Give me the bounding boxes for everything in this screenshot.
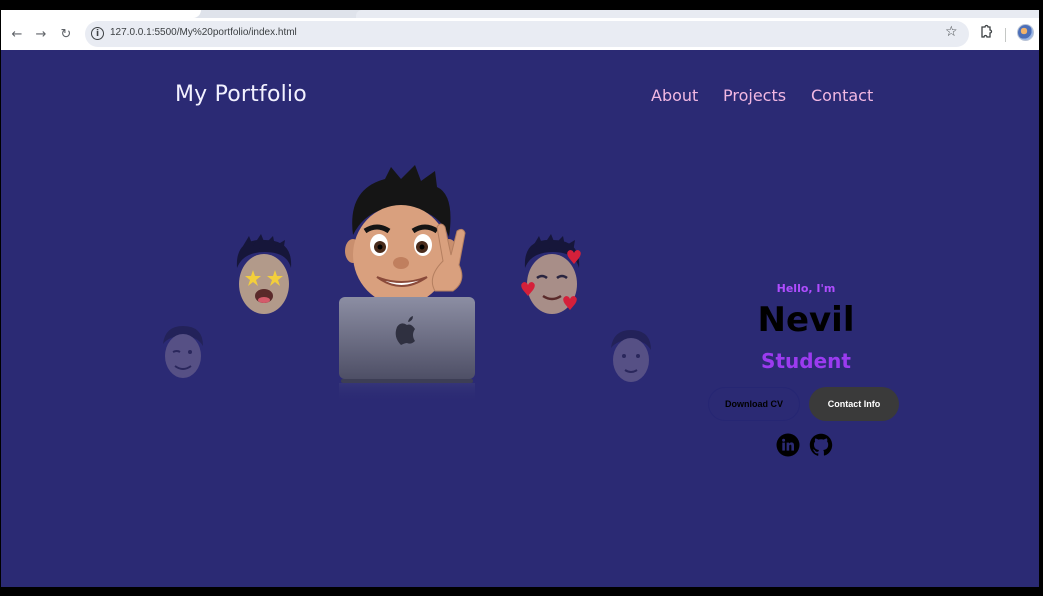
reload-icon[interactable]: ↻ — [56, 24, 76, 44]
url-text[interactable]: 127.0.0.1:5500/My%20portfolio/index.html — [110, 27, 297, 38]
wink-memoji-image — [163, 326, 203, 378]
hero-name: Nevil — [757, 300, 855, 340]
main-memoji-laptop-image — [339, 165, 475, 403]
portfolio-page: My Portfolio About Projects Contact Hell… — [1, 50, 1039, 587]
heart-eyes-memoji-image — [521, 234, 581, 314]
greeting-text: Hello, I'm — [776, 282, 836, 295]
address-bar[interactable]: i 127.0.0.1:5500/My%20portfolio/index.ht… — [85, 21, 969, 47]
site-logo[interactable]: My Portfolio — [175, 82, 307, 107]
download-cv-button[interactable]: Download CV — [708, 387, 800, 421]
star-eyes-memoji-image — [236, 234, 292, 314]
hero-intro: Hello, I'm Nevil Student Download CV Con… — [701, 278, 911, 458]
browser-toolbar: ← → ↻ i 127.0.0.1:5500/My%20portfolio/in… — [1, 18, 1039, 50]
tab-strip-background — [356, 10, 1039, 18]
bookmark-star-icon[interactable]: ☆ — [945, 24, 958, 40]
toolbar-divider — [1005, 28, 1006, 42]
hero-role: Student — [761, 349, 851, 373]
site-info-icon[interactable]: i — [91, 27, 104, 40]
tab-strip — [1, 10, 1039, 18]
github-icon[interactable] — [809, 433, 833, 457]
profile-icon[interactable] — [1017, 24, 1034, 41]
nav-link-about[interactable]: About — [651, 86, 698, 105]
contact-info-button[interactable]: Contact Info — [809, 387, 899, 421]
nav-link-projects[interactable]: Projects — [723, 86, 786, 105]
linkedin-icon[interactable] — [776, 433, 800, 457]
faded-memoji-image — [611, 330, 651, 382]
forward-icon[interactable]: → — [31, 24, 51, 44]
active-tab[interactable] — [1, 10, 201, 18]
nav-link-contact[interactable]: Contact — [811, 86, 873, 105]
back-icon[interactable]: ← — [7, 24, 27, 44]
extensions-icon[interactable] — [978, 24, 994, 40]
browser-chrome: ← → ↻ i 127.0.0.1:5500/My%20portfolio/in… — [1, 10, 1039, 50]
